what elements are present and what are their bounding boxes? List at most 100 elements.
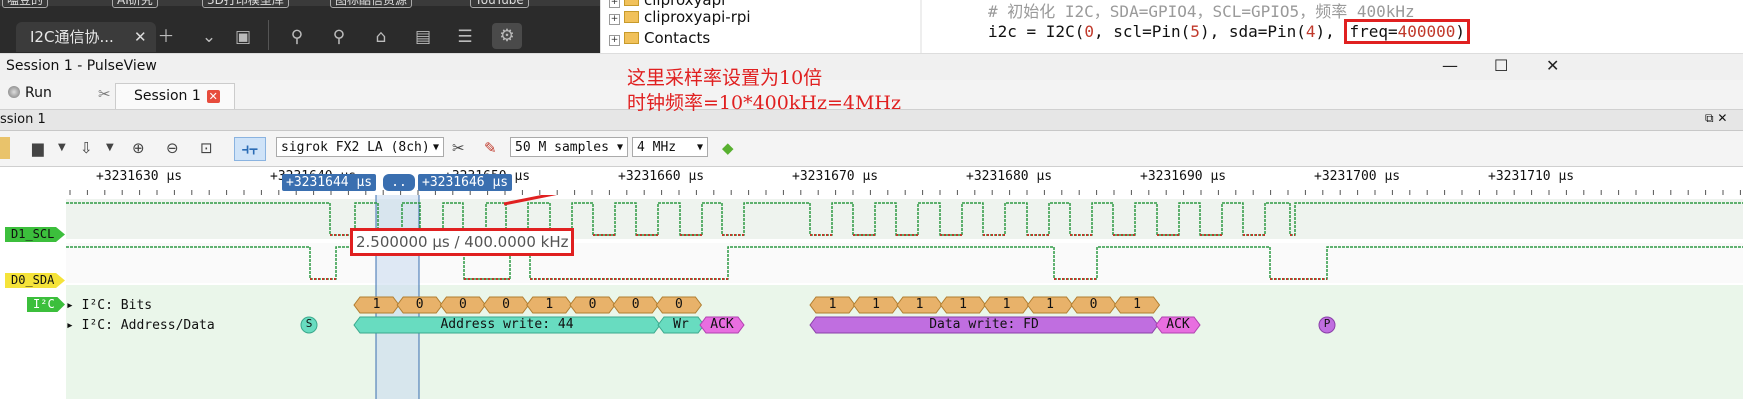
ruler-tick: +3231630 μs (96, 169, 183, 184)
ruler-tick: +3231690 μs (1140, 169, 1227, 184)
bit-label: 0 (588, 297, 597, 312)
close-button[interactable]: ✕ (1546, 56, 1559, 75)
zoom-in-icon[interactable]: ⊕ (132, 137, 145, 159)
bookmark-chip[interactable]: AI研究 (112, 0, 158, 8)
extension-icon[interactable]: ⚲ (286, 26, 308, 48)
channel-label-scl[interactable]: D1_SCL (5, 227, 65, 242)
bits-row-label: ▸ I²C: Bits (66, 298, 153, 313)
add-icon[interactable]: ＋ (155, 26, 177, 48)
tree-item-label: Contacts (644, 29, 711, 47)
browser-window: 嗑豆的 AI研究 3D打印模型库 图标酷信资源 YouTube I2C通信协..… (0, 0, 600, 53)
browser-tab-title: I2C通信协... (30, 28, 114, 46)
divider (268, 20, 269, 50)
robot-icon[interactable]: ⚙ (492, 23, 522, 49)
folder-icon (624, 11, 639, 23)
bit-label: 0 (502, 297, 510, 312)
new-icon[interactable] (0, 137, 10, 159)
code-line: i2c = I2C(0, scl=Pin(5), sda=Pin(4), fre… (988, 19, 1471, 44)
cursor-toggle-icon[interactable]: ⫞⫟ (234, 137, 266, 161)
run-icon (8, 86, 20, 98)
expand-icon[interactable]: + (609, 14, 620, 25)
decoder-label[interactable]: I²C (27, 297, 65, 312)
freq-highlight: freq=400000) (1344, 19, 1471, 44)
configure-icon[interactable]: ✂ (452, 137, 465, 159)
cursor-measurement: 2.500000 μs / 400.0000 kHz (350, 228, 575, 256)
probe-icon[interactable]: ✎ (484, 137, 497, 159)
bookmark-chip[interactable]: 嗑豆的 (2, 0, 49, 8)
tools-icon[interactable]: ✂ (98, 85, 111, 103)
list-icon[interactable]: ☰ (454, 26, 476, 48)
toolbar: ▆ ▼ ⇩ ▼ ⊕ ⊖ ⊡ ⫞⫟ sigrok FX2 LA (8ch) ▼ ✂ … (0, 131, 1743, 167)
run-label: Run (25, 85, 52, 101)
ruler-tick: +3231710 μs (1488, 169, 1575, 184)
bit-label: 1 (1002, 297, 1011, 312)
bit-label: 0 (415, 297, 424, 312)
samplerate-select[interactable]: 4 MHz ▼ (632, 137, 708, 157)
stop-label: P (1323, 317, 1331, 330)
minimize-button[interactable]: — (1442, 56, 1458, 75)
annotation-line-2: 时钟频率=10*400kHz=4MHz (627, 92, 901, 114)
ruler-tick: +3231700 μs (1314, 169, 1401, 184)
address-row-label[interactable]: ▸ I²C: Address/Data (66, 318, 215, 333)
tree-item-label: cliproxyapi-rpi (644, 8, 751, 26)
ruler-tick: +3231670 μs (792, 169, 879, 184)
ack-label: ACK (1166, 317, 1190, 332)
bit-label: 1 (545, 297, 554, 312)
save-icon[interactable]: ⇩ (80, 137, 93, 159)
background-apps-strip: 嗑豆的 AI研究 3D打印模型库 图标酷信资源 YouTube I2C通信协..… (0, 0, 1743, 53)
cursor-2-flag[interactable]: +3231646 μs (418, 174, 513, 191)
cursor-pair-handle[interactable]: .. (383, 174, 415, 191)
chevron-down-icon[interactable]: ⌄ (198, 26, 220, 48)
ruler-tick: +3231680 μs (966, 169, 1053, 184)
run-button[interactable]: Run (8, 85, 52, 101)
session-header-label: ssion 1 (0, 112, 46, 127)
bookmark-chip[interactable]: 图标酷信资源 (330, 0, 413, 8)
start-label: S (305, 317, 313, 330)
close-icon[interactable]: ✕ (134, 22, 147, 52)
file-tree: + cliproxyapi + cliproxyapi-rpi + Contacts (600, 0, 921, 53)
tab-label: Session 1 (134, 88, 201, 104)
expand-icon[interactable]: + (609, 35, 620, 46)
annotation-line-1: 这里采样率设置为10倍 (627, 67, 823, 89)
zoom-fit-icon[interactable]: ⊡ (200, 137, 213, 159)
expand-icon[interactable]: + (609, 0, 620, 8)
sda-row-bg (66, 243, 1743, 283)
chevron-down-icon[interactable]: ▼ (58, 137, 66, 159)
maximize-button[interactable]: ☐ (1494, 56, 1508, 75)
time-ruler[interactable]: +3231630 μs +3231640 μs +3231650 μs +323… (0, 167, 1743, 195)
channel-label-sda[interactable]: D0_SDA (5, 273, 65, 288)
float-icon[interactable]: ⧉ ✕ (1705, 111, 1727, 126)
window-title: Session 1 - PulseView (6, 58, 157, 74)
browser-tab[interactable]: I2C通信协... ✕ (16, 22, 156, 52)
bit-label: 1 (372, 297, 381, 312)
chevron-down-icon[interactable]: ▼ (106, 137, 114, 159)
close-icon[interactable]: ✕ (206, 90, 220, 103)
ruler-ticks (69, 190, 1741, 195)
device-select[interactable]: sigrok FX2 LA (8ch) ▼ (276, 137, 444, 157)
folder-icon (624, 32, 639, 44)
zoom-out-icon[interactable]: ⊖ (166, 137, 179, 159)
wr-label: Wr (673, 317, 689, 332)
ruler-tick: +3231660 μs (618, 169, 705, 184)
decoder-add-icon[interactable]: ◆ (722, 137, 734, 159)
samples-select[interactable]: 50 M samples ▼ (510, 137, 628, 157)
bit-label: 1 (915, 297, 924, 312)
code-editor[interactable]: # 初始化 I2C，SDA=GPIO4，SCL=GPIO5，频率 400kHz … (920, 0, 1743, 53)
tab-session-1[interactable]: Session 1 ✕ (115, 83, 235, 109)
bit-label: 0 (631, 297, 640, 312)
sidebar-icon[interactable]: ▣ (232, 26, 254, 48)
archive-icon[interactable]: ▤ (412, 26, 434, 48)
open-icon[interactable]: ▆ (32, 137, 44, 159)
bookmark-chip[interactable]: YouTube (470, 0, 529, 8)
window-titlebar: Session 1 - PulseView — ☐ ✕ (0, 53, 1743, 81)
tree-item[interactable]: + Contacts (609, 29, 710, 47)
trace-view[interactable]: S P Address write: 44 Wr ACK Data write:… (0, 195, 1743, 399)
extension-2-icon[interactable]: ⚲ (328, 26, 350, 48)
bit-label: 0 (674, 297, 683, 312)
scl-row-bg (66, 199, 1743, 239)
tree-item[interactable]: + cliproxyapi-rpi (609, 8, 751, 26)
bookmark-chip[interactable]: 3D打印模型库 (202, 0, 289, 8)
cursor-1-flag[interactable]: +3231644 μs (282, 174, 377, 191)
bit-label: 0 (1089, 297, 1098, 312)
tag-icon[interactable]: ⌂ (370, 26, 392, 48)
